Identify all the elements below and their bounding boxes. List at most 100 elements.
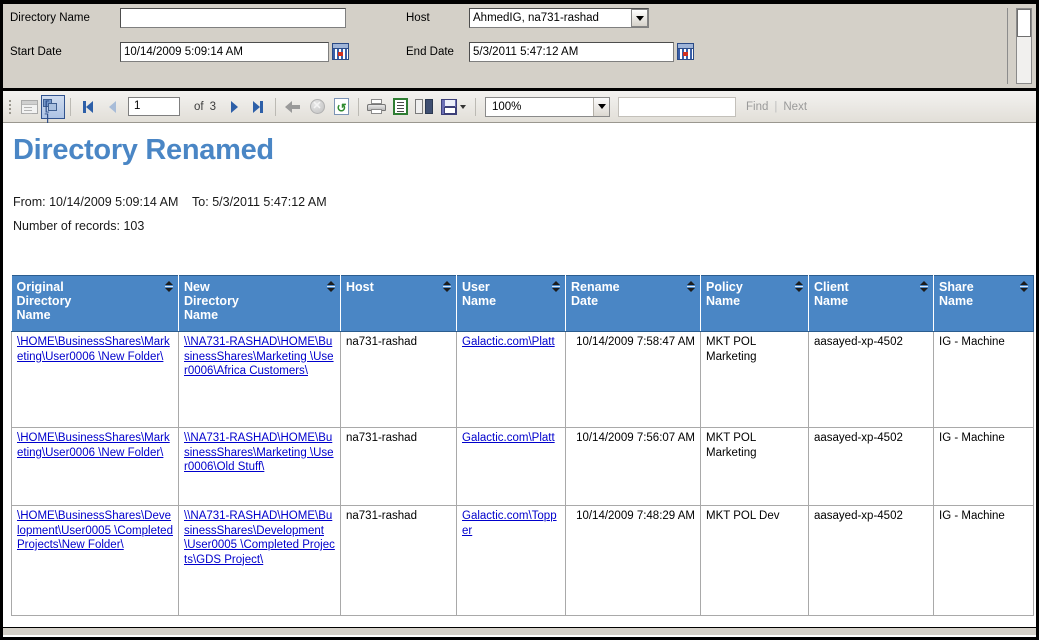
previous-page-icon[interactable] [100, 95, 124, 119]
cell-policy-name: MKT POL Marketing [700, 331, 809, 428]
original-directory-link[interactable]: \HOME\BusinessShares\Development\User000… [17, 510, 173, 551]
page-layout-icon[interactable] [388, 95, 412, 119]
directory-name-label: Directory Name [10, 12, 90, 24]
cell-user-name: Galactic.com\Topper [456, 505, 566, 616]
table-row: \HOME\BusinessShares\Development\User000… [11, 505, 1034, 616]
zoom-select[interactable]: 100% [485, 96, 610, 117]
cell-original-directory-name: \HOME\BusinessShares\Development\User000… [11, 505, 179, 616]
sort-ascending-descending-icon[interactable] [920, 281, 928, 292]
table-header-row: Original Directory Name New Directory Na… [11, 275, 1034, 332]
table-row: \HOME\BusinessShares\Marketing\User0006 … [11, 331, 1034, 428]
host-label: Host [406, 12, 430, 24]
sort-ascending-descending-icon[interactable] [165, 281, 173, 292]
column-header-rename-date[interactable]: Rename Date [565, 275, 701, 332]
cell-policy-name: MKT POL Dev [700, 505, 809, 616]
user-name-link[interactable]: Galactic.com\Topper [462, 510, 557, 537]
cell-rename-date: 10/14/2009 7:58:47 AM [565, 331, 701, 428]
toolbar-separator-2 [275, 97, 276, 116]
report-date-range: From: 10/14/2009 5:09:14 AM To: 5/3/2011… [13, 195, 327, 209]
page-title: Directory Renamed [13, 134, 274, 166]
sort-ascending-descending-icon[interactable] [795, 281, 803, 292]
calendar-icon[interactable] [332, 43, 349, 60]
stop-icon[interactable]: ✕ [305, 95, 329, 119]
find-next-button[interactable]: Next [783, 101, 807, 113]
sort-ascending-descending-icon[interactable] [443, 281, 451, 292]
new-directory-link[interactable]: \\NA731-RASHAD\HOME\BusinessShares\Devel… [184, 510, 335, 566]
parameters-panel-icon[interactable]: [ ] [41, 94, 65, 126]
start-date-label: Start Date [10, 46, 62, 58]
cell-user-name: Galactic.com\Platt [456, 427, 566, 506]
original-directory-link[interactable]: \HOME\BusinessShares\Marketing\User0006 … [17, 336, 170, 363]
panel-divider [1007, 8, 1008, 84]
column-header-label: Host [346, 280, 374, 294]
export-dropdown-chevron-icon[interactable] [459, 104, 466, 109]
sort-ascending-descending-icon[interactable] [327, 281, 335, 292]
calendar-icon-end-grid [678, 49, 693, 59]
directory-name-input[interactable] [120, 8, 346, 28]
host-select[interactable]: AhmedIG, na731-rashad [469, 8, 649, 28]
report-body: Directory Renamed From: 10/14/2009 5:09:… [3, 123, 1036, 635]
find-input[interactable] [618, 96, 736, 117]
column-header-label: Original Directory Name [16, 280, 72, 322]
page-number-input[interactable]: 1 [128, 97, 180, 116]
sort-ascending-descending-icon[interactable] [1020, 281, 1028, 292]
column-header-new-directory-name[interactable]: New Directory Name [178, 275, 341, 332]
column-header-policy-name[interactable]: Policy Name [700, 275, 809, 332]
column-header-user-name[interactable]: User Name [456, 275, 566, 332]
zoom-chevron-down-icon[interactable] [593, 97, 609, 116]
new-directory-link[interactable]: \\NA731-RASHAD\HOME\BusinessShares\Marke… [184, 432, 334, 473]
user-name-link[interactable]: Galactic.com\Platt [462, 432, 555, 444]
sort-ascending-descending-icon[interactable] [552, 281, 560, 292]
page-of-label: of [194, 100, 204, 113]
column-header-label: New Directory Name [184, 280, 239, 322]
report-viewer-window: Directory Name Start Date 10/14/2009 5:0… [0, 0, 1039, 640]
cell-original-directory-name: \HOME\BusinessShares\Marketing\User0006 … [11, 427, 179, 506]
original-directory-link[interactable]: \HOME\BusinessShares\Marketing\User0006 … [17, 432, 170, 459]
column-header-label: Rename Date [571, 280, 620, 308]
filter-panel-scrollbar[interactable] [1016, 8, 1032, 84]
cell-original-directory-name: \HOME\BusinessShares\Marketing\User0006 … [11, 331, 179, 428]
filter-panel-scrollbar-thumb[interactable] [1017, 9, 1031, 37]
column-header-label: Share Name [939, 280, 974, 308]
cell-new-directory-name: \\NA731-RASHAD\HOME\BusinessShares\Devel… [178, 505, 341, 616]
toolbar-separator-1 [70, 97, 71, 116]
back-icon[interactable] [281, 95, 305, 119]
next-page-icon[interactable] [222, 95, 246, 119]
cell-client-name: aasayed-xp-4502 [808, 427, 934, 506]
toolbar-grip[interactable] [7, 98, 14, 116]
cell-new-directory-name: \\NA731-RASHAD\HOME\BusinessShares\Marke… [178, 427, 341, 506]
column-header-host[interactable]: Host [340, 275, 457, 332]
column-header-client-name[interactable]: Client Name [808, 275, 934, 332]
cell-host: na731-rashad [340, 427, 457, 506]
refresh-icon[interactable]: ↺ [329, 95, 353, 119]
last-page-icon[interactable] [246, 95, 270, 119]
column-header-share-name[interactable]: Share Name [933, 275, 1034, 332]
cell-user-name: Galactic.com\Platt [456, 331, 566, 428]
chevron-down-icon[interactable] [631, 9, 648, 27]
end-date-label: End Date [406, 46, 454, 58]
cell-client-name: aasayed-xp-4502 [808, 505, 934, 616]
sort-ascending-descending-icon[interactable] [687, 281, 695, 292]
print-icon[interactable] [364, 95, 388, 119]
start-date-input[interactable]: 10/14/2009 5:09:14 AM [120, 42, 329, 62]
user-name-link[interactable]: Galactic.com\Platt [462, 336, 555, 348]
page-setup-icon[interactable] [412, 95, 436, 119]
export-save-icon[interactable] [436, 95, 470, 119]
end-date-input[interactable]: 5/3/2011 5:47:12 AM [469, 42, 674, 62]
cell-host: na731-rashad [340, 331, 457, 428]
cell-host: na731-rashad [340, 505, 457, 616]
first-page-icon[interactable] [76, 95, 100, 119]
cell-share-name: IG - Machine [933, 427, 1034, 506]
column-header-label: Policy Name [706, 280, 743, 308]
report-table: Original Directory Name New Directory Na… [11, 275, 1034, 616]
find-button[interactable]: Find [746, 101, 768, 113]
calendar-icon-end[interactable] [677, 43, 694, 60]
document-map-icon[interactable] [17, 95, 41, 119]
cell-client-name: aasayed-xp-4502 [808, 331, 934, 428]
column-header-original-directory-name[interactable]: Original Directory Name [11, 275, 179, 332]
filter-panel: Directory Name Start Date 10/14/2009 5:0… [3, 4, 1036, 91]
find-next-separator: | [774, 100, 778, 113]
zoom-select-value: 100% [492, 100, 522, 113]
toolbar-separator-3 [358, 97, 359, 116]
new-directory-link[interactable]: \\NA731-RASHAD\HOME\BusinessShares\Marke… [184, 336, 334, 377]
